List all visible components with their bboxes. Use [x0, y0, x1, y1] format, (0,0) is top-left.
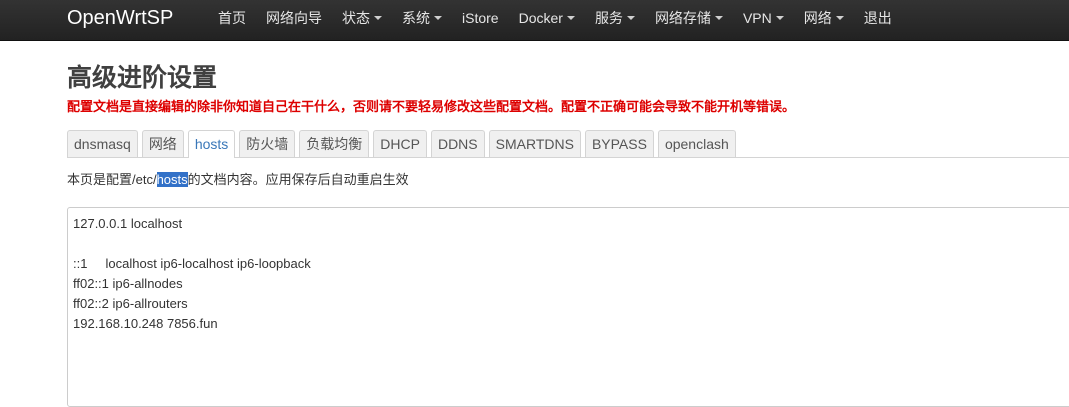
nav-item-10[interactable]: 退出 [854, 0, 902, 40]
description-selected-text: hosts [156, 172, 188, 187]
page-title: 高级进阶设置 [67, 64, 218, 92]
top-navbar: OpenWrtSP 首页 网络向导 状态 系统 iStore Docker 服务 网络存储 VP… [0, 0, 1069, 41]
nav-item-1[interactable]: 网络向导 [256, 0, 332, 40]
nav-item-5[interactable]: Docker [509, 0, 585, 40]
nav-item-label: 服务 [594, 10, 623, 26]
editor-line: ff02::1 ip6-allnodes [73, 276, 183, 291]
nav-item-7[interactable]: 网络存储 [645, 0, 733, 40]
caret-down-icon [626, 16, 635, 21]
nav-item-2[interactable]: 状态 [332, 0, 392, 40]
editor-line: ::1 localhost ip6-localhost ip6-loopback [73, 256, 311, 271]
page-description: 本页是配置/etc/hosts的文档内容。应用保存后自动重启生效 [67, 169, 409, 188]
tab-9[interactable]: openclash [657, 130, 736, 157]
tab-2[interactable]: hosts [187, 130, 236, 158]
caret-down-icon [566, 16, 575, 21]
nav-item-3[interactable]: 系统 [392, 0, 452, 40]
nav-item-9[interactable]: 网络 [794, 0, 854, 40]
nav-item-label: iStore [462, 10, 499, 26]
nav-item-label: 网络向导 [266, 10, 322, 26]
caret-down-icon [775, 16, 784, 21]
nav-item-label: 首页 [218, 10, 246, 26]
caret-down-icon [374, 16, 382, 21]
nav-item-8[interactable]: VPN [733, 0, 794, 40]
brand-logo-link[interactable]: OpenWrtSP [67, 0, 173, 40]
caret-down-icon [434, 16, 442, 21]
editor-line: 192.168.10.248 7856.fun [73, 316, 218, 331]
tab-3[interactable]: 防火墙 [239, 130, 296, 157]
nav-item-label: 网络存储 [654, 10, 711, 26]
editor-line: ff02::2 ip6-allrouters [73, 296, 188, 311]
nav-item-0[interactable]: 首页 [208, 0, 256, 40]
nav-item-label: 状态 [342, 10, 370, 26]
editor-line: 127.0.0.1 localhost [73, 216, 183, 231]
warning-message: 配置文档是直接编辑的除非你知道自己在干什么，否则请不要轻易修改这些配置文档。配置… [67, 99, 796, 114]
nav-item-6[interactable]: 服务 [585, 0, 645, 40]
nav-item-label: VPN [742, 10, 772, 26]
nav-item-label: 系统 [402, 10, 430, 26]
tab-4[interactable]: 负载均衡 [299, 130, 370, 157]
nav-item-label: 退出 [863, 10, 892, 26]
nav-item-label: Docker [518, 10, 563, 26]
tab-1[interactable]: 网络 [141, 130, 184, 157]
description-prefix: 本页是配置/etc/ [67, 172, 157, 187]
config-tabs: dnsmasq 网络 hosts 防火墙 负载均衡 DHCP DDNS SMARTDNS BYP… [67, 130, 1069, 158]
nav-item-4[interactable]: iStore [452, 0, 509, 40]
nav-item-label: 网络 [803, 10, 832, 26]
caret-down-icon [714, 16, 723, 21]
hosts-file-editor[interactable]: 127.0.0.1 localhost::1 localhost ip6-loc… [67, 207, 1069, 407]
description-suffix: 的文档内容。应用保存后自动重启生效 [187, 172, 409, 187]
tab-8[interactable]: BYPASS [584, 130, 654, 157]
tab-5[interactable]: DHCP [373, 130, 427, 157]
tab-0[interactable]: dnsmasq [67, 130, 138, 157]
tab-7[interactable]: SMARTDNS [488, 130, 581, 157]
main-nav: 首页 网络向导 状态 系统 iStore Docker 服务 网络存储 VPN 网络 退出 [208, 0, 902, 40]
caret-down-icon [835, 16, 844, 21]
tab-6[interactable]: DDNS [430, 130, 485, 157]
